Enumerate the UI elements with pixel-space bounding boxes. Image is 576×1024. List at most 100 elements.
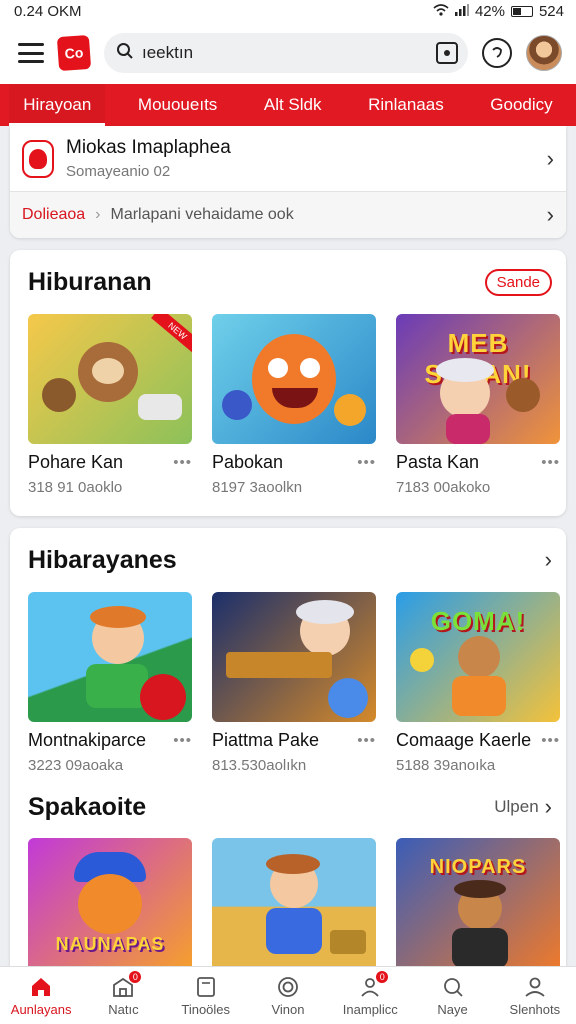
game-item[interactable]: NIOPARS — [396, 838, 560, 974]
item-meta: 318 91 0aoklo — [28, 479, 123, 496]
avatar[interactable] — [526, 35, 562, 71]
thumb-banner: NAUNAPAS — [55, 934, 165, 954]
item-meta: 5188 39anoıka — [396, 757, 496, 774]
brand-icon — [22, 139, 54, 178]
circle-icon — [275, 974, 301, 1000]
game-item[interactable]: GOMA! Comaage Kaerle ••• 5188 39anoıka — [396, 592, 560, 774]
more-icon[interactable]: ••• — [173, 732, 192, 749]
chevron-right-icon[interactable]: › — [547, 202, 554, 228]
nav-item[interactable]: Vinon — [250, 974, 326, 1017]
item-name: Comaage Kaerle — [396, 730, 532, 750]
bear-hat-icon[interactable]: NAUNAPAS — [28, 838, 192, 974]
battery-icon — [510, 5, 533, 17]
nav-badge: 0 — [376, 971, 389, 983]
section-action-button[interactable]: Sande — [484, 268, 552, 296]
breadcrumb-text[interactable]: Marlapani vehaidame ook — [110, 206, 536, 224]
home-icon — [28, 974, 54, 1000]
search-input[interactable] — [142, 43, 428, 63]
item-meta: 7183 00akoko — [396, 479, 491, 496]
tab-1[interactable]: Mououeıts — [124, 84, 231, 126]
breadcrumb[interactable]: Dolieaoa › Marlapani vehaidame ook › — [10, 192, 566, 238]
nav-label: Vinon — [271, 1002, 305, 1017]
item-name: Pohare Kan — [28, 452, 124, 472]
menu-icon[interactable] — [18, 43, 44, 63]
wifi-icon — [433, 3, 449, 20]
nav-item[interactable]: Naye — [415, 974, 491, 1017]
nav-item[interactable]: Tinoöles — [168, 974, 244, 1017]
game-item[interactable]: Montnakiparce ••• 3223 09aoaka — [28, 592, 192, 774]
chart-icon: 0 — [110, 971, 142, 1000]
tab-3[interactable]: Rinlanaas — [354, 84, 458, 126]
more-icon[interactable]: ••• — [541, 454, 560, 471]
nav-label: Natıc — [108, 1002, 139, 1017]
battery-percent: 42% — [474, 2, 505, 20]
tablet-icon — [193, 974, 219, 1000]
breadcrumb-first[interactable]: Dolieaoa — [22, 206, 85, 224]
status-right: 42% 524 — [433, 3, 564, 20]
chevron-small-icon: › — [95, 206, 101, 223]
item-meta: 813.530aolıkn — [212, 757, 307, 774]
search-icon — [440, 974, 466, 1000]
chevron-right-icon[interactable]: › — [545, 547, 552, 573]
item-name: Montnakiparce — [28, 730, 147, 750]
section-card: Hiburanan Sande NEW Pohare Kan ••• 318 9… — [10, 250, 566, 516]
app-logo[interactable]: Co — [56, 34, 92, 72]
notification-icon[interactable] — [482, 38, 512, 68]
boy-icon[interactable] — [28, 592, 192, 722]
scan-icon[interactable] — [436, 42, 458, 64]
game-item[interactable]: NEW Pohare Kan ••• 318 91 0aoklo — [28, 314, 192, 496]
more-icon[interactable]: ••• — [357, 454, 376, 471]
new-ribbon: NEW — [151, 314, 192, 355]
profile-title: Miokas Imaplaphea — [66, 137, 231, 158]
tab-2[interactable]: Alt Sldk — [250, 84, 336, 126]
nav-item[interactable]: 0 Inamplicc — [332, 971, 408, 1017]
kid-temple-icon[interactable]: NIOPARS — [396, 838, 560, 974]
category-tabs: Hirayoan Mououeıts Alt Sldk Rinlanaas Go… — [0, 84, 576, 126]
thumb-banner: NIOPARS — [429, 856, 527, 878]
profile-row[interactable]: Miokas Imaplaphea Somayeanio 02 › — [10, 126, 566, 192]
search-bar[interactable] — [104, 33, 468, 73]
chevron-right-icon[interactable]: › — [547, 146, 554, 172]
bear-icon[interactable]: NEW — [28, 314, 192, 444]
game-item[interactable]: MEB SANAN! Pasta Kan ••• 7183 00akoko — [396, 314, 560, 496]
item-name: Pasta Kan — [396, 452, 480, 472]
nav-badge: 0 — [129, 971, 142, 983]
more-icon[interactable]: ••• — [357, 732, 376, 749]
item-meta: 8197 3aoolkn — [212, 479, 303, 496]
monster-icon[interactable] — [212, 314, 376, 444]
boy-jungle-icon[interactable] — [212, 838, 376, 974]
nav-label: Tinoöles — [181, 1002, 231, 1017]
tab-4[interactable]: Goodicy — [476, 84, 566, 126]
section-card: Hibarayanes › Montnakiparce ••• 3223 09a… — [10, 528, 566, 974]
section-action-link[interactable]: Ulpen — [494, 797, 538, 817]
profile-icon — [522, 974, 548, 1000]
tab-0[interactable]: Hirayoan — [9, 84, 106, 126]
thumb-banner: GOMA! — [430, 606, 526, 636]
chevron-right-icon[interactable]: › — [545, 794, 552, 820]
game-item[interactable] — [212, 838, 376, 974]
person-icon: 0 — [357, 971, 389, 1000]
status-bar: 0.24 OKM 42% 524 — [0, 0, 576, 22]
game-item[interactable]: Pabokan ••• 8197 3aoolkn — [212, 314, 376, 496]
nav-home[interactable]: Aunlayans — [3, 974, 79, 1017]
item-name: Piattma Pake — [212, 730, 320, 750]
grandma-icon[interactable]: MEB SANAN! — [396, 314, 560, 444]
section-title: Hiburanan — [28, 267, 152, 296]
nav-label: Naye — [437, 1002, 468, 1017]
section-title: Spakaoite — [28, 792, 147, 821]
nav-item[interactable]: Slenhots — [497, 974, 573, 1017]
profile-subtitle: Somayeanio 02 — [66, 163, 171, 180]
more-icon[interactable]: ••• — [173, 454, 192, 471]
section-title: Hibarayanes — [28, 545, 177, 574]
item-meta: 3223 09aoaka — [28, 757, 124, 774]
game-item[interactable]: Piattma Pake ••• 813.530aolıkn — [212, 592, 376, 774]
status-extra: 524 — [538, 2, 564, 20]
nav-label: Inamplicc — [342, 1002, 398, 1017]
grandma-sign-icon[interactable] — [212, 592, 376, 722]
more-icon[interactable]: ••• — [541, 732, 560, 749]
status-time: 0.24 OKM — [14, 2, 82, 20]
kid-icon[interactable]: GOMA! — [396, 592, 560, 722]
nav-item[interactable]: 0 Natıc — [85, 971, 161, 1017]
game-item[interactable]: NAUNAPAS — [28, 838, 192, 974]
signal-icon — [454, 3, 469, 20]
